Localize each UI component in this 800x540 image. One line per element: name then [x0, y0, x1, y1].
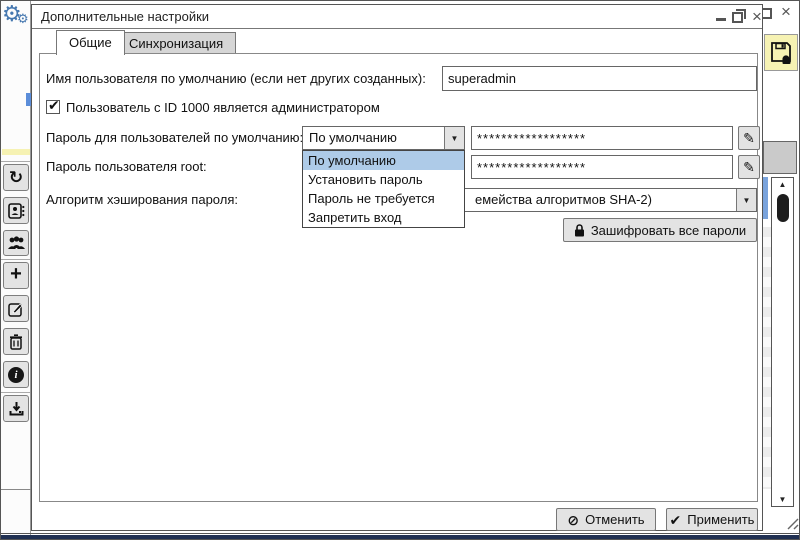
tab-synchronization[interactable]: Синхронизация	[116, 32, 237, 54]
background-selected-row	[763, 177, 768, 219]
scrollbar-down-button[interactable]: ▼	[772, 493, 793, 506]
default-password-label: Пароль для пользователей по умолчанию:	[46, 130, 304, 145]
toolbar-separator	[1, 259, 30, 260]
scrollbar-track[interactable]	[771, 177, 794, 507]
minimize-button[interactable]	[716, 18, 726, 21]
password-mode-combobox[interactable]: По умолчанию ▼	[302, 126, 465, 150]
lock-icon	[574, 223, 584, 236]
password-mode-dropdown-list: По умолчанию Установить пароль Пароль не…	[302, 150, 465, 228]
window-bottom-border	[1, 533, 799, 534]
user-groups-button[interactable]	[3, 230, 29, 256]
close-icon: ×	[752, 7, 762, 26]
edit-default-password-button[interactable]: ✎	[738, 126, 760, 150]
statusbar-divider	[1, 489, 31, 490]
refresh-icon: ↻	[8, 167, 24, 187]
delete-user-button[interactable]	[3, 328, 29, 355]
plus-icon: +	[10, 263, 22, 285]
tab-page-frame	[39, 53, 758, 502]
edit-pencil-icon	[8, 302, 23, 317]
combobox-arrow-button[interactable]: ▼	[736, 189, 756, 211]
default-username-input[interactable]	[442, 66, 757, 91]
tab-general-label: Общие	[69, 35, 112, 50]
refresh-button[interactable]: ↻	[3, 164, 29, 191]
dialog-titlebar[interactable]: Дополнительные настройки ×	[32, 5, 762, 29]
hash-algorithm-label: Алгоритм хэширования пароля:	[46, 192, 238, 207]
background-table-header	[763, 141, 797, 174]
add-user-button[interactable]: +	[3, 262, 29, 289]
apply-button[interactable]: ✔ Применить	[666, 508, 758, 531]
close-icon: ×	[781, 2, 791, 21]
arrow-down-icon: ▼	[450, 133, 459, 143]
dropdown-option-default[interactable]: По умолчанию	[303, 151, 464, 170]
check-icon: ✔	[669, 511, 682, 528]
edit-root-password-button[interactable]: ✎	[738, 155, 760, 179]
hash-algorithm-value: емейства алгоритмов SHA-2)	[475, 192, 652, 207]
scrollbar-up-button[interactable]: ▲	[772, 178, 793, 191]
info-icon: i	[8, 366, 24, 383]
tab-general[interactable]: Общие	[56, 30, 125, 55]
arrow-down-icon: ▼	[778, 495, 787, 504]
cancel-label: Отменить	[585, 512, 645, 527]
admin-id1000-label: Пользователь с ID 1000 является админист…	[66, 100, 380, 115]
default-password-input[interactable]	[471, 126, 733, 150]
user-card-button[interactable]	[3, 197, 29, 224]
edit-user-button[interactable]	[3, 295, 29, 322]
pencil-icon: ✎	[743, 158, 755, 175]
root-password-label: Пароль пользователя root:	[46, 159, 207, 174]
scrollbar-thumb[interactable]	[777, 194, 789, 222]
password-mode-value: По умолчанию	[309, 130, 397, 145]
dialog-title: Дополнительные настройки	[41, 9, 210, 24]
save-floppy-lock-icon	[771, 41, 791, 64]
maximize-button[interactable]	[732, 9, 746, 23]
user-card-icon	[7, 202, 24, 219]
close-button[interactable]: ×	[748, 7, 766, 27]
main-close-button[interactable]: ×	[777, 2, 795, 22]
cancel-button[interactable]: ⊘ Отменить	[556, 508, 656, 531]
checkmark-icon: ✔	[48, 97, 60, 113]
tab-synchronization-label: Синхронизация	[129, 36, 224, 51]
desktop-bottom-bar	[1, 535, 799, 539]
arrow-up-icon: ▲	[778, 180, 787, 189]
settings-gear-small-icon: ⚙	[17, 11, 29, 26]
application-window: ⚙ ⚙ ⚠ ↻ +	[0, 0, 800, 540]
download-icon	[9, 402, 23, 416]
arrow-down-icon: ▼	[742, 195, 751, 205]
admin-id1000-checkbox[interactable]: ✔	[46, 97, 60, 114]
root-password-input[interactable]	[471, 155, 733, 179]
cancel-icon: ⊘	[567, 511, 580, 528]
apply-label: Применить	[687, 512, 755, 527]
toolbar-separator	[1, 161, 30, 162]
dropdown-option-no-password[interactable]: Пароль не требуется	[303, 189, 464, 208]
advanced-settings-dialog: Дополнительные настройки × Общие Синхрон…	[31, 4, 763, 531]
default-username-label: Имя пользователя по умолчанию (если нет …	[46, 71, 426, 86]
encrypt-all-label: Зашифровать все пароли	[590, 222, 747, 238]
info-button[interactable]: i	[3, 361, 29, 388]
combobox-arrow-button[interactable]: ▼	[444, 127, 464, 149]
users-group-icon	[7, 236, 25, 249]
trash-icon	[10, 333, 22, 350]
toolbar-separator	[1, 392, 30, 393]
import-button[interactable]	[3, 395, 29, 422]
background-table-rows	[763, 227, 771, 489]
dropdown-option-set-password[interactable]: Установить пароль	[303, 170, 464, 189]
encrypt-all-passwords-button[interactable]: Зашифровать все пароли	[563, 218, 757, 242]
pencil-icon: ✎	[743, 129, 755, 146]
dropdown-option-deny-login[interactable]: Запретить вход	[303, 208, 464, 227]
background-highlight-row	[2, 149, 30, 155]
window-resize-grip[interactable]	[786, 517, 799, 533]
save-button[interactable]	[764, 34, 798, 71]
